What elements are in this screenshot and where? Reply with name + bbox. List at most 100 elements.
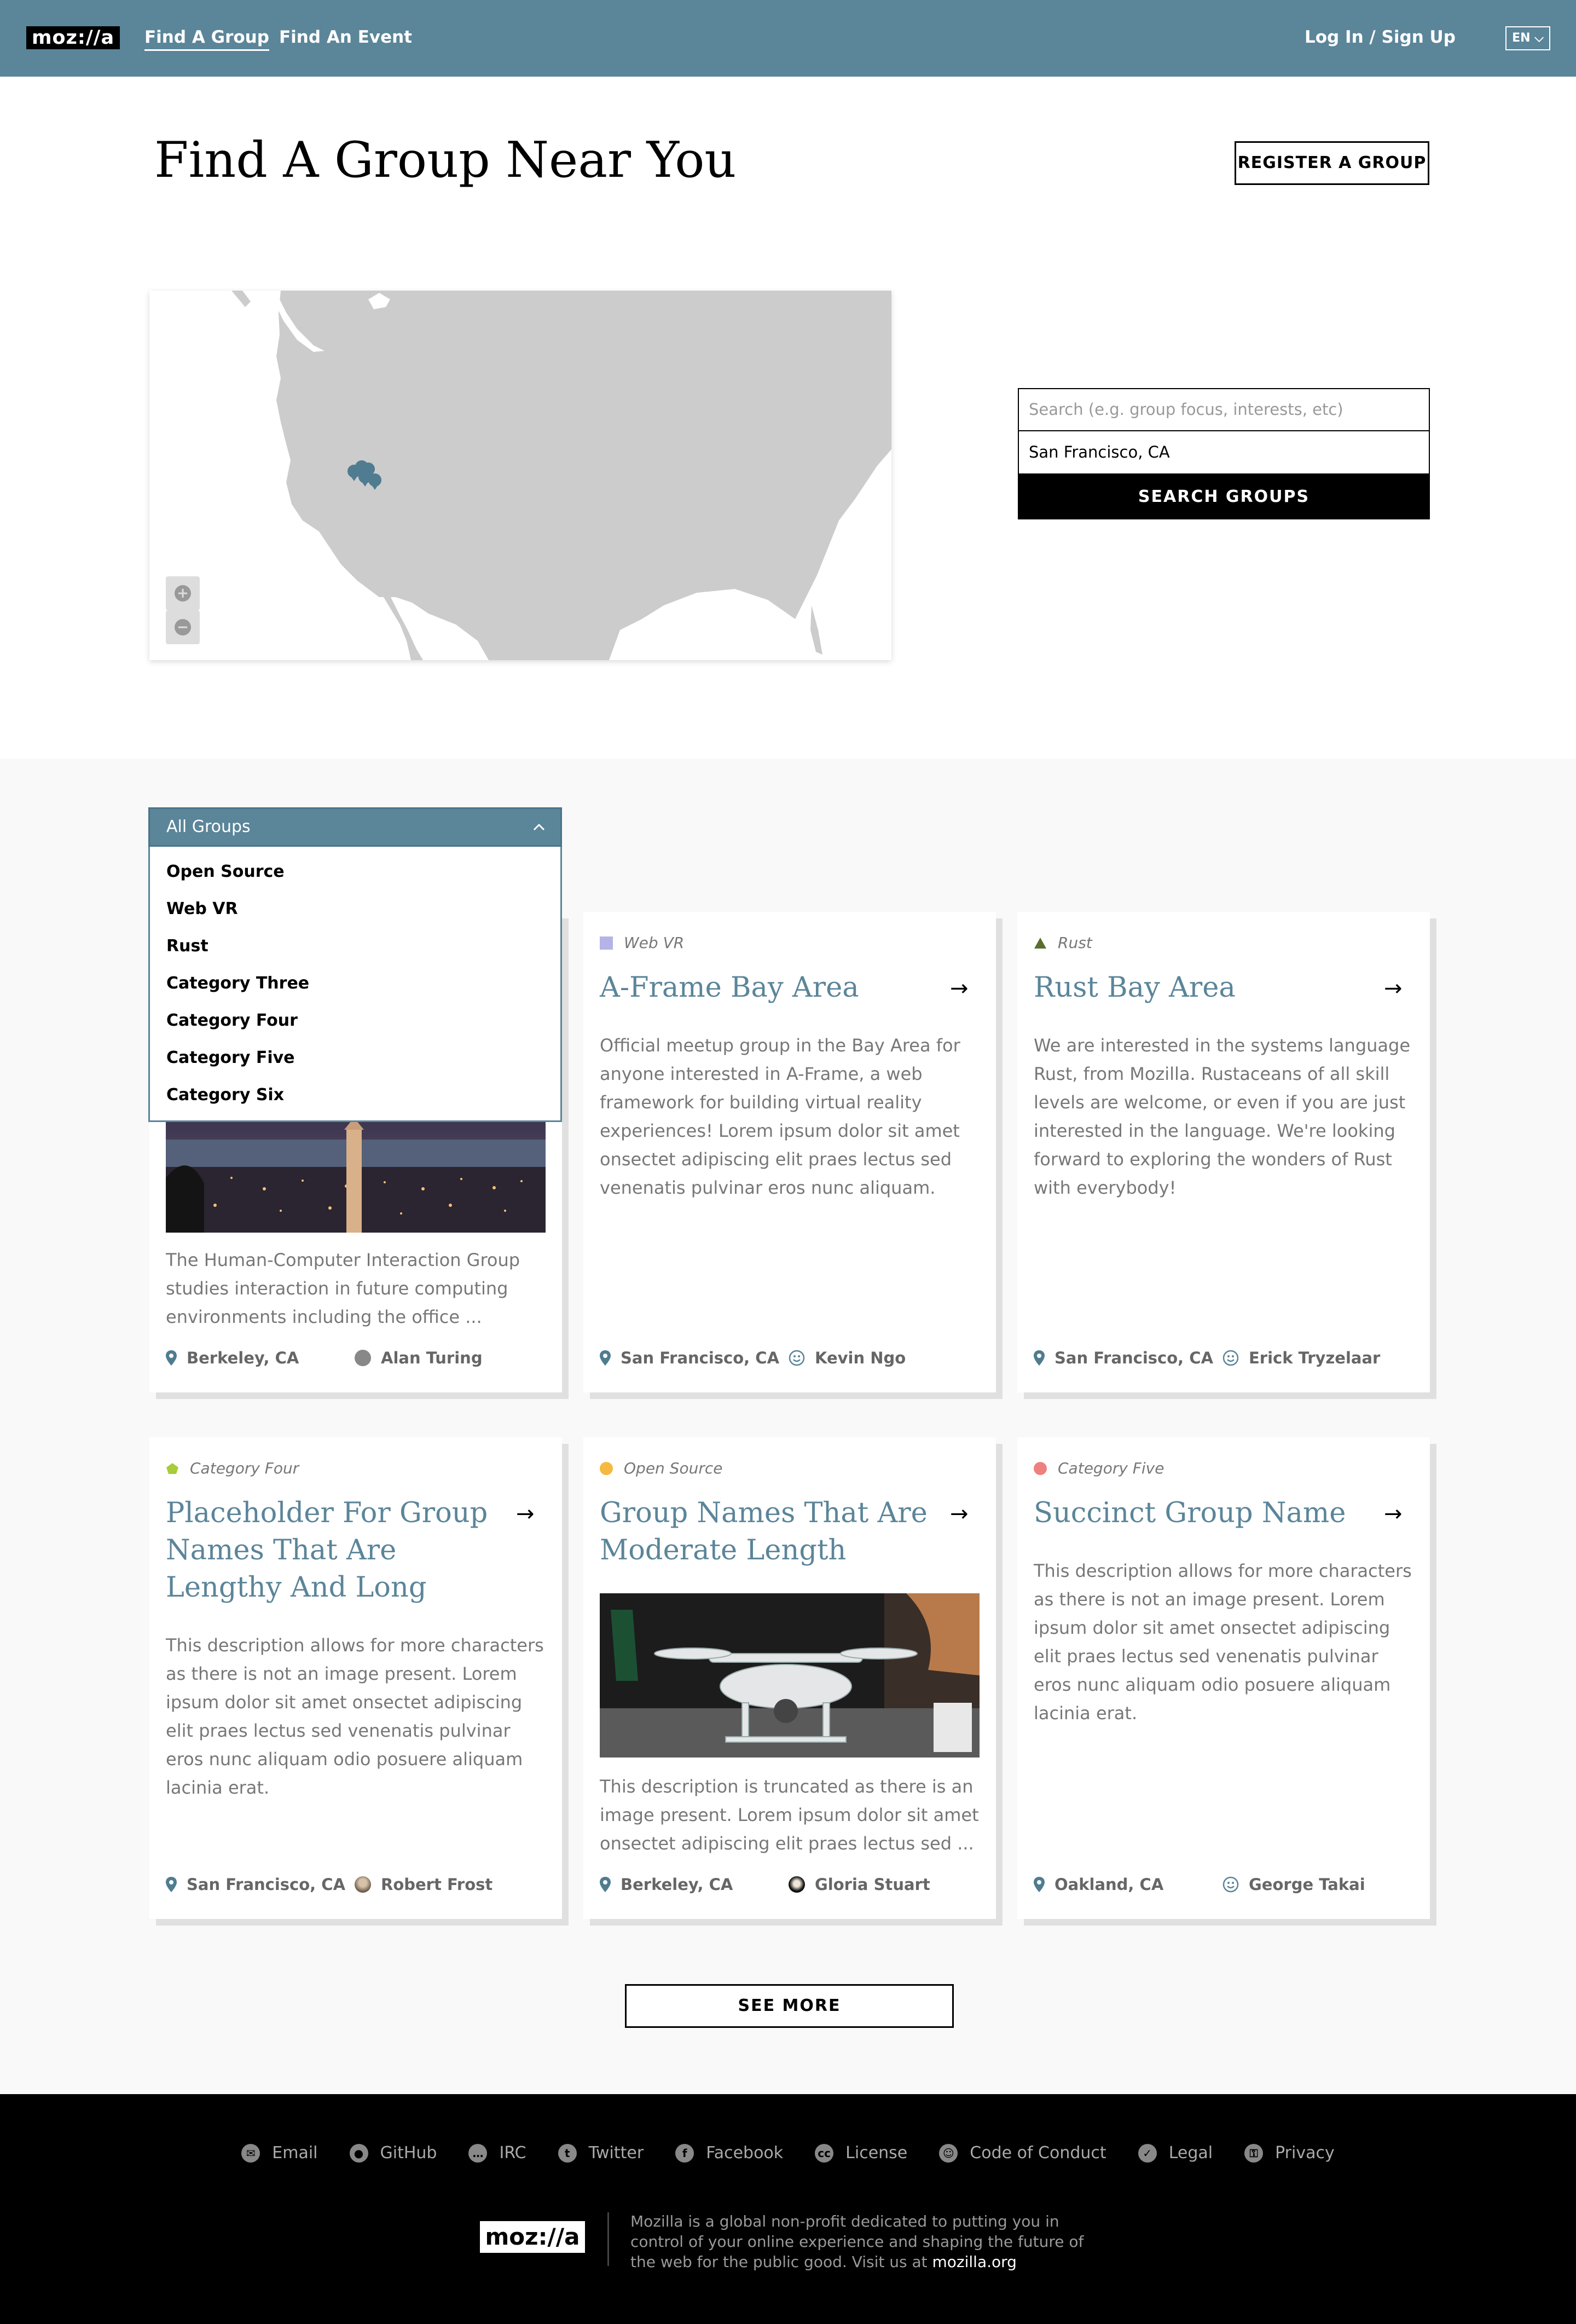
dropdown-selected[interactable]: All Groups (148, 807, 562, 847)
facebook-icon: f (675, 2143, 694, 2163)
category-tag: Web VR (600, 934, 684, 952)
conduct-icon: ☺ (939, 2143, 958, 2163)
footer-link-email[interactable]: ✉ Email (241, 2143, 318, 2163)
location-pin-icon (1034, 1877, 1045, 1892)
zoom-out-button[interactable]: − (166, 610, 200, 644)
footer-link-label: Legal (1168, 2143, 1213, 2163)
footer-mozilla-logo[interactable]: moz://a (480, 2221, 585, 2253)
arrow-right-icon[interactable]: → (1384, 1503, 1403, 1525)
top-nav-bar: moz://a Find A Group Find An Event Log I… (0, 0, 1576, 77)
category-tag: Category Five (1034, 1459, 1164, 1477)
nav-find-an-event[interactable]: Find An Event (279, 26, 412, 48)
footer-mission-text: Mozilla is a global non-profit dedicated… (630, 2211, 1096, 2272)
irc-icon: … (468, 2143, 488, 2163)
group-owner[interactable]: Erick Tryzelaar (1222, 1349, 1380, 1367)
see-more-button[interactable]: SEE MORE (625, 1984, 954, 2028)
dropdown-option[interactable]: Category Three (150, 965, 560, 1002)
category-label: Category Five (1058, 1459, 1164, 1477)
footer-link-legal[interactable]: ✓ Legal (1138, 2143, 1213, 2163)
dropdown-selected-label: All Groups (166, 817, 251, 836)
group-title[interactable]: Succinct Group Name (1034, 1495, 1362, 1532)
group-title[interactable]: A-Frame Bay Area (600, 969, 928, 1007)
group-description: This description allows for more charact… (166, 1635, 544, 1798)
group-meta: Oakland, CA George Takai (1034, 1875, 1417, 1897)
arrow-right-icon[interactable]: → (516, 1503, 535, 1525)
footer-link-code-of-conduct[interactable]: ☺ Code of Conduct (939, 2143, 1106, 2163)
location-input[interactable]: San Francisco, CA (1018, 431, 1430, 475)
category-filter-dropdown[interactable]: All Groups Open Source Web VR Rust Categ… (148, 807, 562, 1122)
group-owner[interactable]: George Takai (1222, 1875, 1365, 1894)
group-card[interactable]: Rust Rust Bay Area → We are interested i… (1017, 912, 1430, 1392)
license-icon: cc (815, 2143, 834, 2163)
group-owner[interactable]: Alan Turing (355, 1349, 483, 1367)
plus-icon: + (175, 585, 191, 602)
groups-map[interactable]: + − (149, 291, 891, 660)
group-location: Berkeley, CA (166, 1349, 299, 1367)
footer-link-github[interactable]: ● GitHub (349, 2143, 437, 2163)
group-title[interactable]: Group Names That Are Moderate Length (600, 1495, 928, 1569)
circle-icon (1034, 1461, 1047, 1475)
footer-link-label: Twitter (588, 2143, 644, 2163)
footer-link-facebook[interactable]: f Facebook (675, 2143, 783, 2163)
group-card[interactable]: Category Five Succinct Group Name → This… (1017, 1437, 1430, 1919)
group-owner[interactable]: Gloria Stuart (789, 1875, 930, 1894)
arrow-right-icon[interactable]: → (1384, 978, 1403, 999)
footer-link-irc[interactable]: … IRC (468, 2143, 526, 2163)
owner-name: Alan Turing (381, 1349, 483, 1367)
minus-icon: − (175, 619, 191, 635)
privacy-icon: ⚿ (1244, 2143, 1264, 2163)
group-description: We are interested in the systems languag… (1034, 1035, 1411, 1198)
github-icon: ● (349, 2143, 368, 2163)
group-card[interactable]: Web VR A-Frame Bay Area → Official meetu… (583, 912, 996, 1392)
location-pin-icon (600, 1350, 611, 1366)
group-owner[interactable]: Robert Frost (355, 1875, 493, 1894)
page-title: Find A Group Near You (154, 131, 737, 189)
location-label: San Francisco, CA (187, 1875, 346, 1894)
language-selector[interactable]: EN ⌵ (1505, 26, 1550, 50)
language-label: EN (1512, 31, 1531, 45)
search-groups-button[interactable]: SEARCH GROUPS (1018, 475, 1430, 519)
group-image (166, 1118, 546, 1233)
dropdown-option[interactable]: Web VR (150, 891, 560, 928)
dropdown-option[interactable]: Category Four (150, 1002, 560, 1039)
footer-link-license[interactable]: cc License (815, 2143, 907, 2163)
nav-find-a-group[interactable]: Find A Group (144, 26, 269, 51)
dropdown-option[interactable]: Open Source (150, 853, 560, 891)
group-meta: San Francisco, CA Kevin Ngo (600, 1349, 983, 1371)
group-meta: Berkeley, CA Alan Turing (166, 1349, 549, 1371)
group-location: San Francisco, CA (166, 1875, 345, 1894)
group-description: The Human-Computer Interaction Group stu… (166, 1250, 520, 1327)
footer-link-privacy[interactable]: ⚿ Privacy (1244, 2143, 1335, 2163)
footer-link-label: IRC (499, 2143, 526, 2163)
register-group-button[interactable]: REGISTER A GROUP (1235, 141, 1429, 185)
pentagon-icon (166, 1462, 178, 1474)
mozilla-org-link[interactable]: mozilla.org (932, 2253, 1017, 2271)
group-title[interactable]: Placeholder For Group Names That Are Len… (166, 1495, 494, 1606)
zoom-in-button[interactable]: + (166, 576, 200, 610)
location-pin-icon (166, 1877, 177, 1892)
location-label: Berkeley, CA (621, 1875, 733, 1894)
mozilla-logo[interactable]: moz://a (26, 26, 120, 49)
owner-name: George Takai (1249, 1875, 1365, 1894)
arrow-right-icon[interactable]: → (950, 1503, 969, 1525)
footer-link-label: Email (272, 2143, 318, 2163)
dropdown-option[interactable]: Rust (150, 928, 560, 965)
search-input[interactable]: Search (e.g. group focus, interests, etc… (1018, 388, 1430, 431)
group-title[interactable]: Rust Bay Area (1034, 969, 1362, 1007)
group-owner[interactable]: Kevin Ngo (789, 1349, 906, 1367)
map-marker-cluster[interactable] (346, 460, 390, 493)
dropdown-option[interactable]: Category Six (150, 1077, 560, 1114)
arrow-right-icon[interactable]: → (950, 978, 969, 999)
location-label: Berkeley, CA (187, 1349, 299, 1367)
dropdown-option[interactable]: Category Five (150, 1039, 560, 1077)
legal-icon: ✓ (1138, 2143, 1157, 2163)
group-card[interactable]: Category Four Placeholder For Group Name… (149, 1437, 562, 1919)
twitter-icon: t (558, 2143, 577, 2163)
group-location: Berkeley, CA (600, 1875, 733, 1894)
dropdown-options: Open Source Web VR Rust Category Three C… (148, 847, 562, 1122)
group-card[interactable]: Open Source Group Names That Are Moderat… (583, 1437, 996, 1919)
group-location: Oakland, CA (1034, 1875, 1163, 1894)
footer-link-twitter[interactable]: t Twitter (558, 2143, 644, 2163)
login-signup-link[interactable]: Log In / Sign Up (1305, 26, 1456, 48)
footer-link-label: License (845, 2143, 908, 2163)
